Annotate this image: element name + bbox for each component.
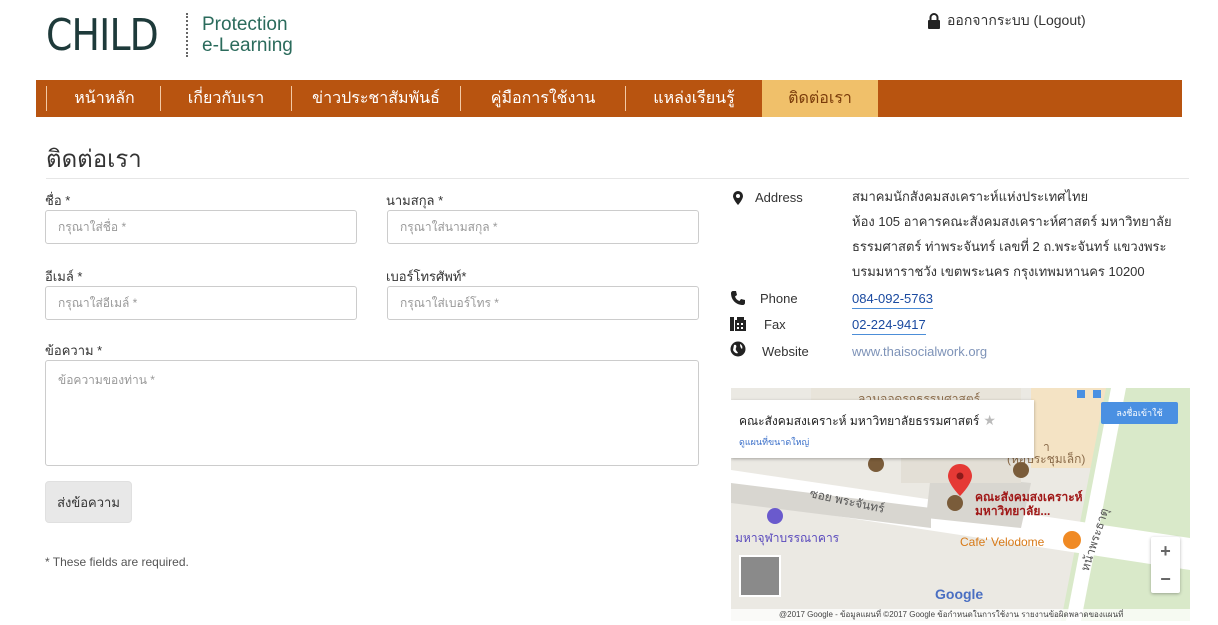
title-divider: [46, 178, 1189, 179]
map-place-title: คณะสังคมสงเคราะห์ มหาวิทยาลัยธรรมศาสตร์: [739, 414, 980, 428]
required-fields-note: * These fields are required.: [45, 555, 189, 569]
nav-item-news[interactable]: ข่าวประชาสัมพันธ์: [292, 80, 460, 117]
fax-icon: [730, 317, 746, 331]
map-label-cafe: Cafe' Velodome: [960, 535, 1045, 549]
first-name-label: ชื่อ *: [45, 193, 71, 208]
phone-input[interactable]: [387, 286, 699, 320]
map-label-place-2: มหาวิทยาลัย...: [975, 504, 1051, 518]
main-navigation: หน้าหลัก เกี่ยวกับเรา ข่าวประชาสัมพันธ์ …: [36, 80, 1182, 117]
email-label: อีเมล์ *: [45, 269, 83, 284]
zoom-in-button[interactable]: +: [1151, 537, 1180, 565]
map-sign-in-button[interactable]: ลงชื่อเข้าใช้: [1101, 402, 1178, 424]
street-view-thumbnail[interactable]: [739, 555, 781, 597]
fax-link[interactable]: 02-224-9417: [852, 317, 926, 335]
phone-label-info: Phone: [760, 291, 798, 306]
last-name-input[interactable]: [387, 210, 699, 244]
logout-label: ออกจากระบบ (Logout): [947, 12, 1086, 28]
logo-wordmark: CHILD: [46, 9, 159, 61]
address-line: บรมมหาราชวัง เขตพระนคร กรุงเทพมหานคร 102…: [852, 264, 1145, 279]
website-link[interactable]: www.thaisocialwork.org: [852, 344, 987, 361]
logout-link[interactable]: ออกจากระบบ (Logout): [927, 10, 1086, 32]
last-name-label: นามสกุล *: [386, 193, 444, 208]
site-logo[interactable]: CHILD Protection e-Learning: [46, 6, 293, 64]
google-map[interactable]: ลานจอดรถธรรมศาสตร์ า (หอประชุมเล็ก) คณะส…: [731, 388, 1190, 621]
phone-link[interactable]: 084-092-5763: [852, 291, 933, 309]
lock-icon: [928, 13, 940, 29]
map-attribution: @2017 Google - ข้อมูลแผนที่ ©2017 Google…: [731, 609, 1190, 621]
larger-map-link[interactable]: ดูแผนที่ขนาดใหญ่: [739, 435, 1026, 449]
logo-subtitle: Protection e-Learning: [202, 14, 293, 56]
address-line: ห้อง 105 อาคารคณะสังคมสงเคราะห์ศาสตร์ มห…: [852, 214, 1172, 229]
address-line: ธรรมศาสตร์ ท่าพระจันทร์ เลขที่ 2 ถ.พระจั…: [852, 239, 1167, 254]
map-marker-icon: [733, 191, 743, 205]
star-icon[interactable]: ★: [983, 412, 996, 428]
website-label: Website: [762, 344, 809, 359]
logo-subtitle-line1: Protection: [202, 14, 288, 35]
map-zoom-control: + −: [1151, 537, 1180, 593]
logo-subtitle-line2: e-Learning: [202, 35, 293, 56]
address-line: สมาคมนักสังคมสงเคราะห์แห่งประเทศไทย: [852, 189, 1089, 204]
email-input[interactable]: [45, 286, 357, 320]
page-title: ติดต่อเรา: [46, 146, 142, 173]
map-place-card: คณะสังคมสงเคราะห์ มหาวิทยาลัยธรรมศาสตร์ ★…: [731, 400, 1034, 458]
message-textarea[interactable]: [45, 360, 699, 466]
nav-item-about[interactable]: เกี่ยวกับเรา: [161, 80, 291, 117]
phone-icon: [731, 291, 745, 305]
nav-item-home[interactable]: หน้าหลัก: [48, 80, 161, 117]
nav-item-resources[interactable]: แหล่งเรียนรู้: [626, 80, 762, 117]
fax-label: Fax: [764, 317, 786, 332]
map-place-card-title-row: คณะสังคมสงเคราะห์ มหาวิทยาลัยธรรมศาสตร์ ★: [739, 412, 1026, 431]
submit-button[interactable]: ส่งข้อความ: [45, 481, 132, 523]
logo-divider: [186, 13, 188, 57]
nav-item-manual[interactable]: คู่มือการใช้งาน: [461, 80, 625, 117]
first-name-input[interactable]: [45, 210, 357, 244]
address-value: สมาคมนักสังคมสงเคราะห์แห่งประเทศไทย ห้อง…: [852, 184, 1172, 284]
message-label: ข้อความ *: [45, 343, 103, 358]
phone-label: เบอร์โทรศัพท์*: [386, 269, 467, 284]
nav-separator: [46, 86, 47, 111]
map-label-mall: มหาจุฬาบรรณาคาร: [735, 531, 840, 545]
zoom-out-button[interactable]: −: [1151, 565, 1180, 593]
globe-icon: [730, 341, 746, 357]
nav-item-contact[interactable]: ติดต่อเรา: [762, 80, 878, 117]
address-label: Address: [755, 190, 803, 205]
google-logo: Google: [935, 586, 984, 602]
